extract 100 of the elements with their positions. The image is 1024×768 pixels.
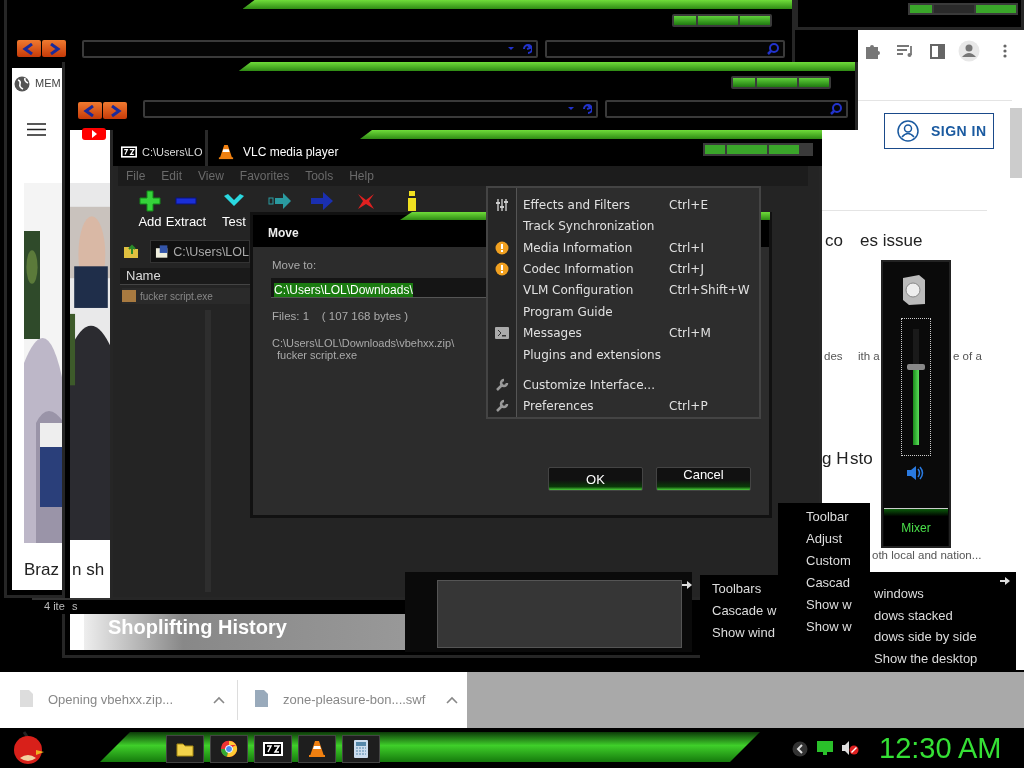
- address-field[interactable]: [143, 100, 598, 118]
- puzzle-icon[interactable]: [864, 42, 882, 60]
- folder-up-icon[interactable]: [123, 243, 139, 259]
- minimize-button[interactable]: [674, 16, 696, 25]
- tab-label: MEM: [35, 77, 61, 89]
- menu-item[interactable]: Effects and Filters Ctrl+E: [523, 194, 753, 216]
- wrench-icon: [495, 399, 509, 414]
- menu-item[interactable]: Track Synchronization: [523, 215, 753, 237]
- dialog-title: Move: [268, 226, 299, 240]
- zip-file-icon: [20, 690, 33, 707]
- menu-item[interactable]: Messages Ctrl+M: [523, 322, 753, 344]
- menu-item[interactable]: Toolbar: [806, 509, 870, 531]
- ok-button[interactable]: OK: [548, 467, 643, 491]
- clock: 12:30 AM: [879, 732, 1002, 765]
- status-text: s: [72, 600, 78, 612]
- menu-item[interactable]: Plugins and extensions: [523, 343, 753, 366]
- side-panel-icon[interactable]: [930, 44, 945, 59]
- wrench-icon: [495, 377, 509, 392]
- download-name[interactable]: zone-pleasure-bon....swf: [283, 692, 426, 707]
- folder-icon: [176, 741, 194, 757]
- dropdown-arrow-icon[interactable]: [508, 47, 514, 51]
- menu-item[interactable]: VLM Configuration Ctrl+Shift+W: [523, 279, 753, 302]
- menu-item[interactable]: Codec Information Ctrl+J: [523, 258, 753, 280]
- taskbar-button[interactable]: [254, 735, 292, 763]
- maximize-button[interactable]: [698, 16, 738, 25]
- arrow-icon: [682, 580, 692, 590]
- file-icon: [122, 290, 136, 302]
- archive-icon: [121, 146, 137, 158]
- maximize-button[interactable]: [757, 78, 797, 87]
- info-icon: [495, 261, 509, 276]
- source-path: C:\Users\LOL\Downloads\vbehxx.zip\: [272, 337, 455, 349]
- address-field[interactable]: [82, 40, 538, 58]
- download-name[interactable]: Opening vbehxx.zip...: [48, 692, 174, 707]
- close-button[interactable]: [799, 78, 829, 87]
- menu-item[interactable]: Program Guide: [523, 301, 753, 323]
- file-icon: [255, 690, 268, 707]
- menu-item[interactable]: Preferences Ctrl+P: [523, 395, 753, 417]
- forward-button[interactable]: [103, 102, 127, 119]
- chevron-icon[interactable]: [792, 741, 808, 757]
- monitor-icon[interactable]: [817, 741, 833, 755]
- archive-icon: [263, 742, 283, 756]
- path-field[interactable]: C:\Users\LOL: [150, 240, 250, 263]
- text-fragment: oth local and nation...: [872, 549, 982, 561]
- more-icon[interactable]: [1003, 44, 1007, 58]
- refresh-icon[interactable]: [582, 104, 592, 114]
- refresh-icon[interactable]: [522, 44, 532, 54]
- taskbar-button[interactable]: [166, 735, 204, 763]
- slider-thumb[interactable]: [907, 364, 925, 371]
- arrow-icon[interactable]: [268, 190, 292, 212]
- column-header[interactable]: Name: [120, 268, 250, 285]
- mute-icon[interactable]: [841, 740, 859, 756]
- plus-icon[interactable]: [139, 190, 161, 212]
- menu-item[interactable]: Show the desktop: [874, 650, 1016, 672]
- status-text: 4 ite: [44, 600, 65, 612]
- playlist-icon[interactable]: [897, 44, 915, 58]
- search-icon[interactable]: [767, 43, 779, 55]
- menu-item[interactable]: Media Information Ctrl+I: [523, 236, 753, 259]
- speaker-icon[interactable]: [906, 464, 924, 482]
- info-icon: [495, 240, 509, 255]
- toolbar-label[interactable]: Extract: [165, 214, 207, 229]
- archive-icon: [155, 244, 169, 259]
- search-field[interactable]: [605, 100, 848, 118]
- taskbar-button[interactable]: [298, 735, 336, 763]
- back-button[interactable]: [78, 102, 102, 119]
- destination-field[interactable]: C:\Users\LOL\Downloads\: [271, 278, 486, 298]
- avatar-icon[interactable]: [958, 40, 980, 62]
- menu-item[interactable]: Cascad: [806, 575, 870, 597]
- menu-item[interactable]: windows: [874, 586, 1016, 608]
- forward-button[interactable]: [42, 40, 66, 57]
- traffic-cone-icon: [308, 740, 326, 758]
- cancel-button[interactable]: Cancel: [656, 467, 751, 491]
- terminal-icon: [495, 327, 509, 340]
- menu-icon[interactable]: [27, 123, 46, 136]
- taskbar-button[interactable]: [342, 735, 380, 763]
- back-button[interactable]: [17, 40, 41, 57]
- info-icon[interactable]: [406, 190, 418, 212]
- speaker-icon: [900, 274, 928, 306]
- toolbar-label[interactable]: Add: [138, 214, 162, 229]
- mixer-button[interactable]: Mixer: [884, 508, 948, 546]
- menu-item[interactable]: dows stacked: [874, 607, 1016, 629]
- calculator-icon: [354, 740, 368, 758]
- field-label: Move to:: [272, 259, 317, 271]
- search-icon[interactable]: [830, 103, 842, 115]
- sign-in-button[interactable]: SIGN IN: [884, 113, 994, 149]
- menu-item[interactable]: dows side by side: [874, 629, 1016, 651]
- search-field[interactable]: [545, 40, 785, 58]
- menu-item[interactable]: Show w: [806, 619, 870, 641]
- menu-item[interactable]: Adjust: [806, 531, 870, 553]
- minimize-button[interactable]: [733, 78, 755, 87]
- scrollbar-thumb[interactable]: [1010, 108, 1022, 178]
- taskbar-button[interactable]: [210, 735, 248, 763]
- menu-item[interactable]: Customize Interface...: [523, 374, 753, 396]
- menu-item[interactable]: Custom: [806, 553, 870, 575]
- user-icon: [897, 120, 919, 142]
- dropdown-arrow-icon[interactable]: [568, 107, 574, 111]
- traffic-cone-icon: [218, 144, 234, 160]
- menu-item[interactable]: Show w: [806, 597, 870, 619]
- sliders-icon: [495, 197, 509, 212]
- toolbar-label[interactable]: Test: [222, 214, 246, 229]
- close-button[interactable]: [740, 16, 770, 25]
